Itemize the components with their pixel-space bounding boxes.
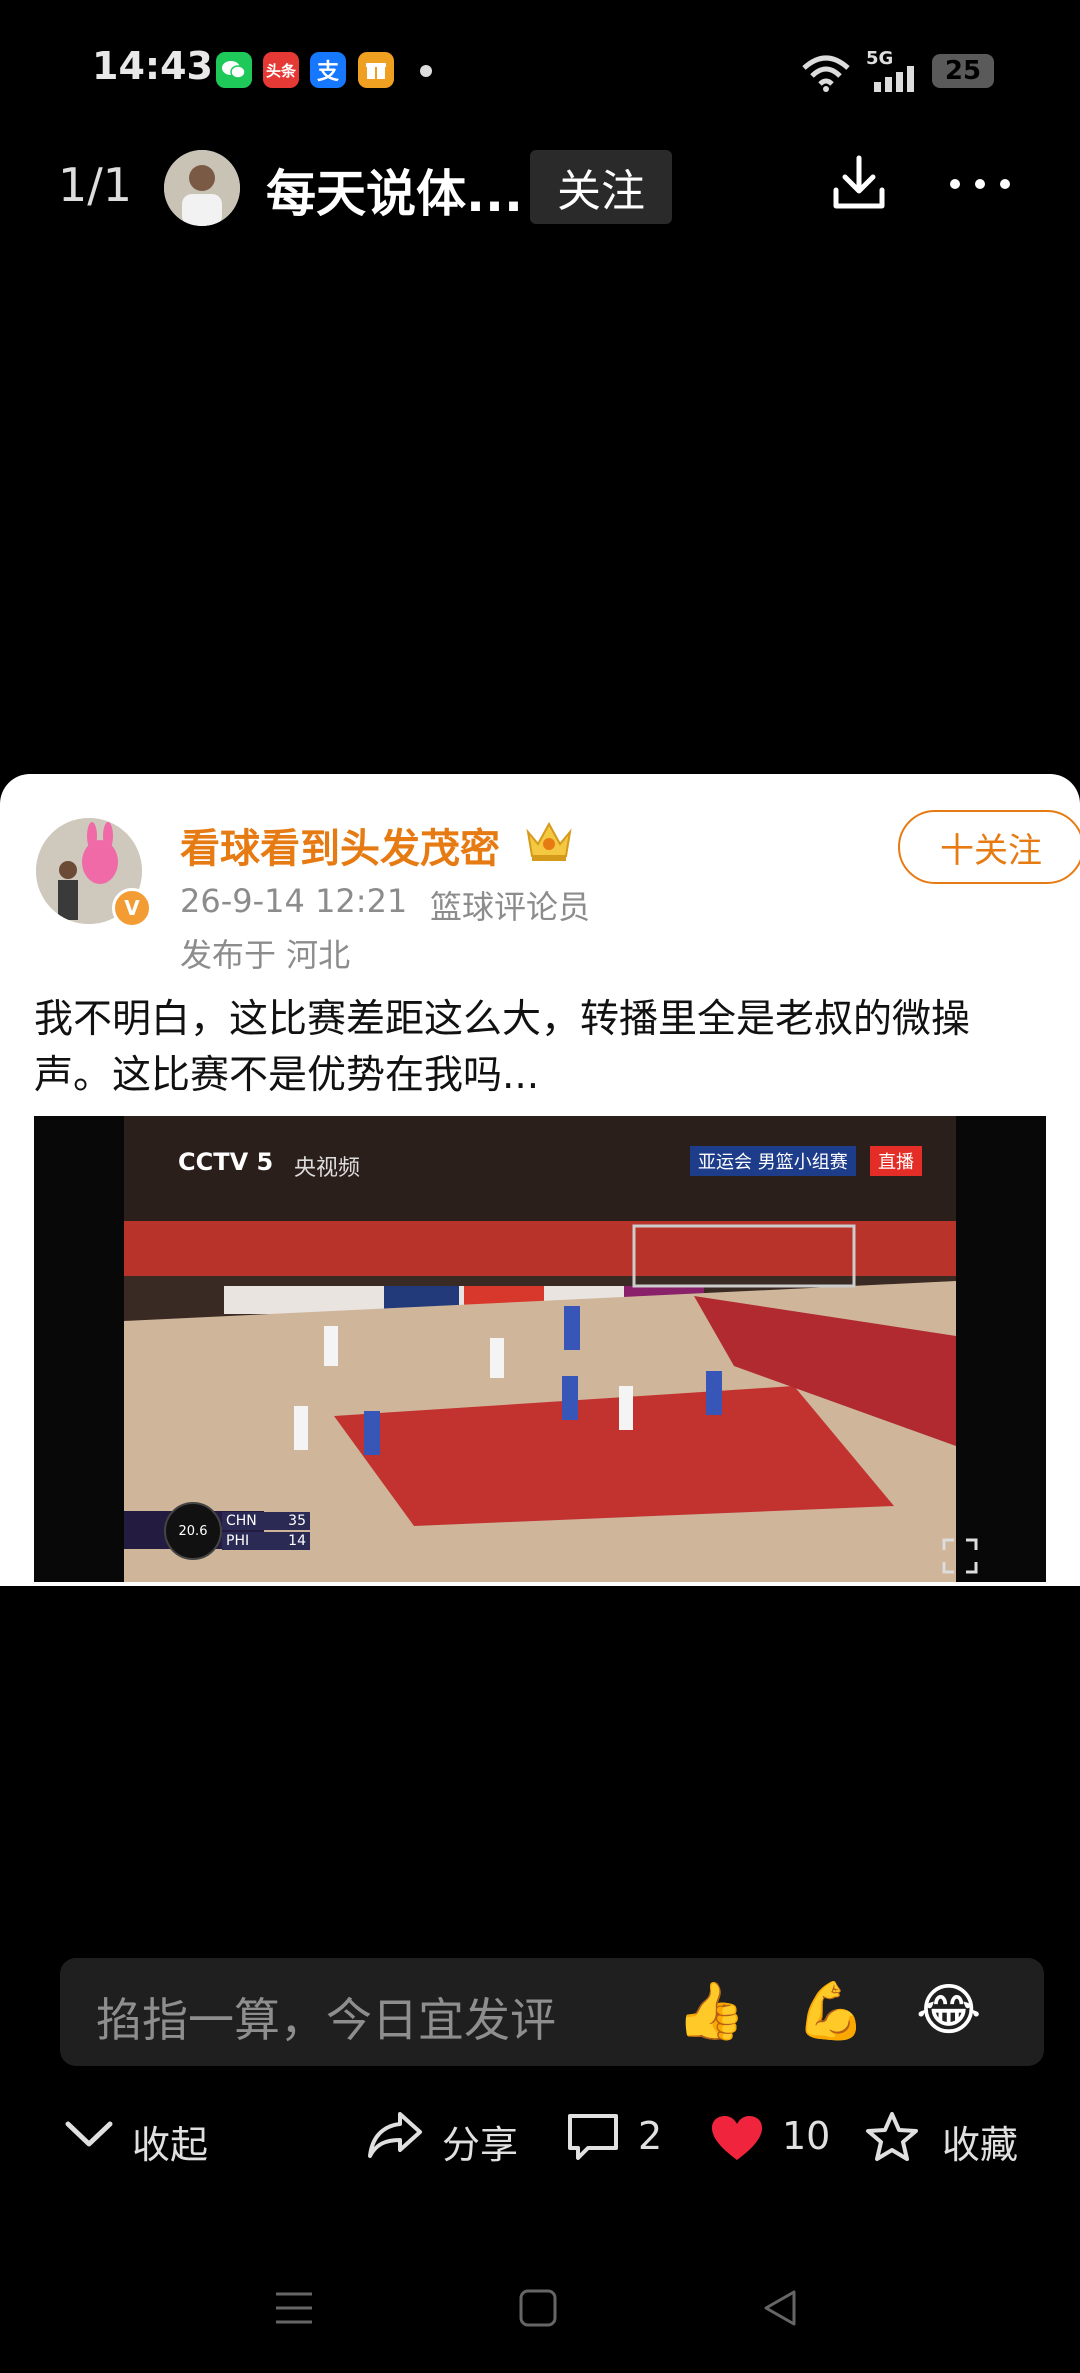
score-row-phi: PHI 14 <box>222 1532 310 1550</box>
fullscreen-icon[interactable] <box>940 1536 980 1580</box>
download-icon[interactable] <box>830 152 888 216</box>
live-badge: 直播 <box>870 1146 922 1176</box>
back-nav-icon[interactable] <box>760 2288 800 2332</box>
post-date: 26-9-14 12:21 <box>180 882 408 920</box>
score-row-chn: CHN 35 <box>222 1512 310 1530</box>
muscle-emoji-icon[interactable]: 💪 <box>796 1978 866 2044</box>
comment-placeholder[interactable]: 掐指一算，今日宜发评 <box>96 1984 556 2050</box>
signal-icon <box>872 66 916 96</box>
team-name: CHN <box>226 1513 257 1529</box>
chevron-down-icon <box>65 2121 113 2147</box>
wechat-icon <box>216 52 252 88</box>
share-icon[interactable] <box>366 2108 424 2166</box>
collapse-label[interactable]: 收起 <box>132 2114 208 2169</box>
post-text: 我不明白，这比赛差距这么大，转播里全是老叔的微操声。这比赛不是优势在我吗... <box>34 997 971 1098</box>
toutiao-icon: 头条 <box>263 52 299 88</box>
author-name[interactable]: 每天说体... <box>266 154 523 226</box>
gift-app-icon <box>358 52 394 88</box>
home-nav-icon[interactable] <box>518 2288 558 2332</box>
verified-badge-icon: V <box>112 888 152 928</box>
wifi-icon <box>800 52 852 96</box>
comment-count[interactable]: 2 <box>638 2114 662 2158</box>
laughing-emoji-icon[interactable]: 😂 <box>916 1978 981 2043</box>
like-count[interactable]: 10 <box>782 2114 830 2158</box>
favorite-label[interactable]: 收藏 <box>942 2114 1018 2169</box>
share-label[interactable]: 分享 <box>442 2114 518 2169</box>
event-caption: 亚运会 男篮小组赛 <box>690 1146 856 1176</box>
thumbs-up-emoji-icon[interactable]: 👍 <box>676 1978 746 2044</box>
team-score: 14 <box>288 1533 306 1549</box>
author-role: 篮球评论员 <box>430 888 591 926</box>
team-name: PHI <box>226 1533 250 1549</box>
author-avatar[interactable] <box>164 150 240 226</box>
team-score: 35 <box>288 1513 306 1529</box>
star-icon[interactable] <box>864 2110 920 2168</box>
post-follow-button[interactable]: 十关注 <box>898 810 1080 884</box>
notification-dot <box>420 65 432 77</box>
game-clock: 20.6 <box>164 1502 222 1560</box>
alipay-icon: 支 <box>310 52 346 88</box>
follow-button[interactable]: 关注 <box>530 150 672 224</box>
sub-channel-logo: 央视频 <box>294 1156 361 1181</box>
crown-badge-icon <box>522 818 576 868</box>
channel-logo: CCTV 5 <box>178 1148 274 1176</box>
post-location: 发布于 河北 <box>180 936 351 974</box>
collapse-button[interactable] <box>64 2118 114 2156</box>
battery-indicator: 25 <box>932 54 994 88</box>
comment-icon[interactable] <box>566 2112 620 2166</box>
post-author-name[interactable]: 看球看到头发茂密 <box>180 816 500 874</box>
menu-nav-icon[interactable] <box>272 2288 316 2332</box>
status-time: 14:43 <box>92 44 213 88</box>
more-icon[interactable] <box>948 176 1012 195</box>
page-counter: 1/1 <box>58 158 133 212</box>
like-heart-icon[interactable] <box>710 2114 764 2166</box>
